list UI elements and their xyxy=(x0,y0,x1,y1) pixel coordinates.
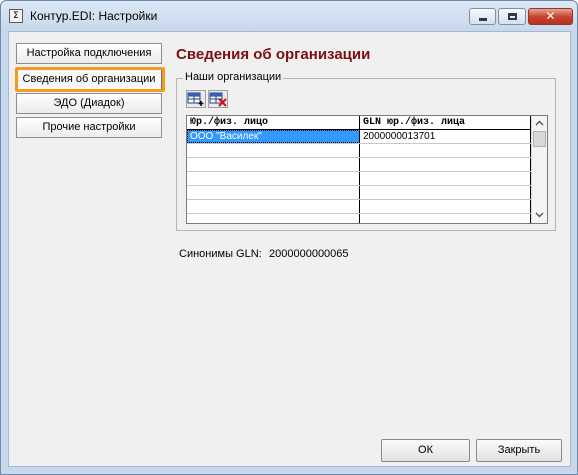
add-row-icon xyxy=(187,92,204,106)
delete-row-icon xyxy=(209,92,227,107)
table-row[interactable] xyxy=(187,186,531,200)
active-item-highlight xyxy=(15,67,165,92)
cell-gln[interactable] xyxy=(360,144,531,157)
title-bar[interactable]: Σ Контур.EDI: Настройки ✕ xyxy=(1,1,577,31)
cell-entity[interactable] xyxy=(187,144,360,157)
settings-window: Σ Контур.EDI: Настройки ✕ Настройка подк… xyxy=(0,0,578,475)
cell-gln[interactable]: 2000000013701 xyxy=(360,130,531,143)
nav-connection-settings[interactable]: Настройка подключения xyxy=(16,43,162,64)
cell-entity[interactable] xyxy=(187,200,360,213)
table-header: Юр./физ. лицо GLN юр./физ. лица xyxy=(187,116,531,130)
cell-gln[interactable] xyxy=(360,158,531,171)
table-row[interactable] xyxy=(187,172,531,186)
table-row[interactable]: ООО "Василек" 2000000013701 xyxy=(187,130,531,144)
scroll-up-icon[interactable] xyxy=(532,116,547,131)
minimize-button[interactable] xyxy=(469,8,496,25)
table-row[interactable] xyxy=(187,144,531,158)
cell-entity[interactable] xyxy=(187,158,360,171)
nav-other-settings[interactable]: Прочие настройки xyxy=(16,117,162,138)
client-area: Настройка подключения Сведения об органи… xyxy=(8,31,571,467)
table-row[interactable] xyxy=(187,214,531,223)
column-header-gln[interactable]: GLN юр./физ. лица xyxy=(360,116,531,130)
close-window-button[interactable]: ✕ xyxy=(528,8,573,25)
delete-row-button[interactable] xyxy=(208,90,228,108)
gln-synonyms-label: Синонимы GLN: xyxy=(179,248,262,260)
cell-entity[interactable] xyxy=(187,214,360,223)
section-title: Сведения об организации xyxy=(176,46,371,63)
vertical-scrollbar[interactable] xyxy=(531,116,547,223)
maximize-icon xyxy=(508,13,517,20)
minimize-icon xyxy=(479,18,487,21)
scroll-thumb[interactable] xyxy=(533,131,546,147)
cell-gln[interactable] xyxy=(360,200,531,213)
cell-entity[interactable] xyxy=(187,186,360,199)
close-icon: ✕ xyxy=(545,9,556,23)
window-title: Контур.EDI: Настройки xyxy=(30,9,158,23)
close-button[interactable]: Закрыть xyxy=(476,439,562,462)
table-row[interactable] xyxy=(187,158,531,172)
column-header-entity[interactable]: Юр./физ. лицо xyxy=(187,116,360,130)
cell-entity[interactable]: ООО "Василек" xyxy=(187,130,360,143)
nav-edo-diadoc[interactable]: ЭДО (Диадок) xyxy=(16,93,162,114)
cell-entity[interactable] xyxy=(187,172,360,185)
cell-gln[interactable] xyxy=(360,172,531,185)
ok-button[interactable]: ОК xyxy=(381,439,470,462)
group-label: Наши организации xyxy=(183,71,284,83)
cell-gln[interactable] xyxy=(360,214,531,223)
organizations-group: Наши организации Юр./физ. лицо GLN юр./ф… xyxy=(176,71,556,231)
scroll-down-icon[interactable] xyxy=(532,208,547,223)
add-row-button[interactable] xyxy=(186,90,206,108)
gln-synonyms-value: 2000000000065 xyxy=(269,248,349,260)
maximize-button[interactable] xyxy=(498,8,526,25)
table-row[interactable] xyxy=(187,200,531,214)
app-icon: Σ xyxy=(9,9,23,23)
organizations-table[interactable]: Юр./физ. лицо GLN юр./физ. лица ООО "Вас… xyxy=(186,115,548,224)
cell-gln[interactable] xyxy=(360,186,531,199)
